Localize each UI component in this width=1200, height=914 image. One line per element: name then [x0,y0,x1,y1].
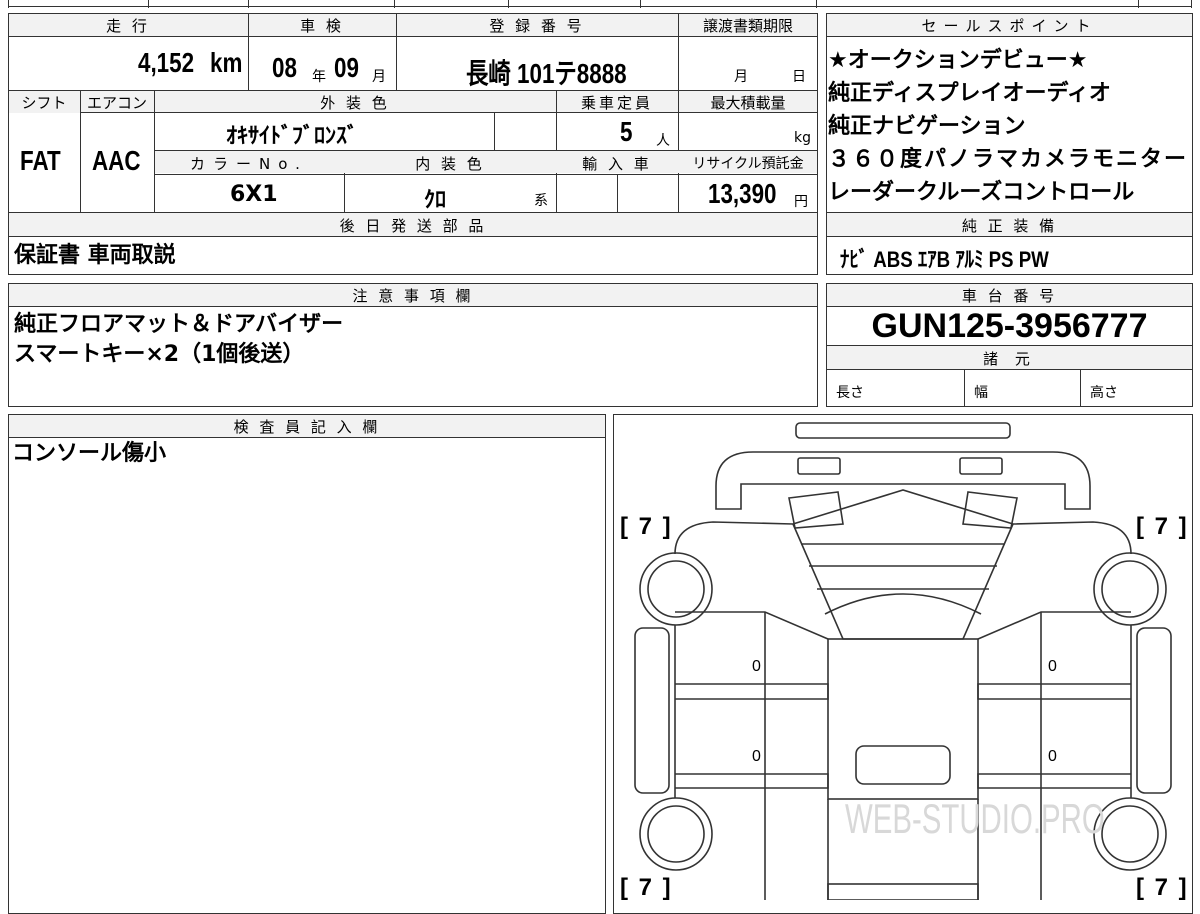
sales-point-item: レーダークルーズコントロール [828,180,1135,205]
later-shipping-value: 保証書 車両取説 [14,243,176,268]
tire-mark-rear-left: [ 7 ] [620,874,673,901]
mileage-label: 走 行 [106,17,150,35]
sales-point-item: ★オークションデビュー★ [828,48,1088,73]
interior-color-value: ｸﾛ [424,188,447,213]
sales-point-item: ３６０度パノラマカメラモニター [828,147,1189,172]
capacity-unit: 人 [656,133,670,149]
sales-points-header: セールスポイント [921,17,1098,35]
sales-point-item: 純正ディスプレイオーディオ [828,81,1111,106]
inspection-year-unit: 年 [312,69,326,85]
watermark: WEB-STUDIO.PRO [845,795,1105,842]
max-load-unit: kg [794,130,811,146]
registration-label: 登 録 番 号 [489,17,585,35]
chassis-header: 車 台 番 号 [961,287,1058,305]
tire-mark-rear-right: [ 7 ] [1136,874,1189,901]
max-load-label: 最大積載量 [710,94,786,112]
transfer-day-unit: 日 [792,69,806,85]
transfer-month-unit: 月 [734,69,748,85]
tire-mark-front-right: [ 7 ] [1136,513,1189,540]
recycle-fee-label: リサイクル預託金 [692,156,804,172]
panel-mark-right-front-door: 0 [1048,658,1057,675]
panel-mark-left-rear-door: 0 [752,748,761,765]
inspection-month: 09 [334,52,359,83]
notes-line: スマートキー×2（1個後送） [14,342,305,367]
aircon-label: エアコン [86,94,147,112]
inspection-month-unit: 月 [372,69,386,85]
import-label: 輸 入 車 [582,155,652,173]
tire-mark-front-left: [ 7 ] [620,513,673,540]
top-cut-strip [8,0,1192,8]
panel-mark-right-rear-door: 0 [1048,748,1057,765]
equipment-value: ﾅﾋﾞ ABS ｴｱB ｱﾙﾐ PS PW [840,247,1049,272]
panel-mark-left-front-door: 0 [752,658,761,675]
color-no-value: 6X1 [230,182,278,207]
inspector-box [8,414,606,914]
recycle-fee-value: 13,390 [708,178,777,209]
spec-height-label: 高さ [1090,385,1118,401]
shift-value: FAT [20,145,61,176]
registration-value: 長崎 101テ8888 [466,58,627,89]
spec-length-label: 長さ [836,385,864,401]
shift-label: シフト [21,94,67,112]
inspector-remark: コンソール傷小 [12,441,167,466]
capacity-label: 乗車定員 [580,94,653,112]
inspection-year: 08 [272,52,297,83]
inspector-header: 検 査 員 記 入 欄 [233,418,381,436]
interior-color-suffix: 系 [534,193,548,209]
sales-point-item: 純正ナビゲーション [828,114,1026,139]
spec-width-label: 幅 [974,385,988,401]
aircon-value: AAC [92,145,141,176]
notes-header: 注 意 事 項 欄 [352,287,474,305]
color-no-label: カラーNo. [190,155,308,173]
exterior-color-label: 外 装 色 [320,94,390,112]
specs-header: 諸 元 [983,350,1036,368]
later-shipping-header: 後 日 発 送 部 品 [339,217,487,235]
transfer-deadline-label: 譲渡書類期限 [702,17,793,35]
interior-color-label: 内 装 色 [415,155,485,173]
capacity-value: 5 [620,116,633,147]
notes-line: 純正フロアマット＆ドアバイザー [14,312,344,337]
mileage-unit: km [210,47,243,78]
inspection-label: 車 検 [300,17,344,35]
exterior-color-value: ｵｷｻｲﾄﾞﾌﾞﾛﾝｽﾞ [226,124,359,149]
chassis-number: GUN125-3956777 [871,307,1148,345]
mileage-value: 4,152 [138,47,195,78]
recycle-fee-unit: 円 [794,194,808,210]
equipment-header: 純 正 装 備 [961,217,1058,235]
